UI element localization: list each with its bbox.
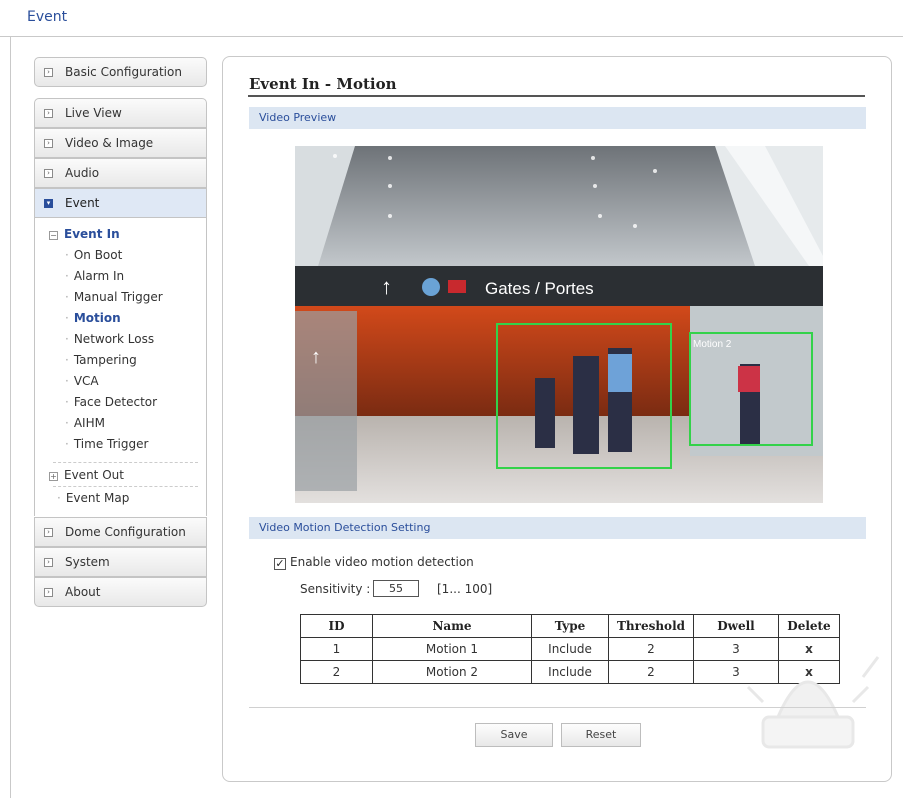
dome-camera-watermark-icon xyxy=(746,656,880,749)
cell-type: Include xyxy=(531,660,609,684)
expand-icon: › xyxy=(44,558,53,567)
divider xyxy=(249,707,866,708)
submenu-item-label: Face Detector xyxy=(73,395,158,409)
column-header-name: Name xyxy=(372,614,532,638)
sidebar-label: Basic Configuration xyxy=(65,65,182,79)
sidebar-item-video-image[interactable]: › Video & Image xyxy=(34,128,207,158)
section-header-label: Video Motion Detection Setting xyxy=(259,521,431,534)
expand-icon: › xyxy=(44,528,53,537)
submenu-item-label: Network Loss xyxy=(73,332,155,346)
sidebar-item-live-view[interactable]: › Live View xyxy=(34,98,207,128)
cell-name: Motion 2 xyxy=(372,660,532,684)
section-header-motion-detection: Video Motion Detection Setting xyxy=(249,517,866,539)
sidebar-label: Video & Image xyxy=(65,136,154,150)
enable-motion-detection-label: Enable video motion detection xyxy=(290,555,474,569)
sidebar-label: System xyxy=(65,555,110,569)
expand-icon: › xyxy=(44,169,53,178)
sidebar-label: Live View xyxy=(65,106,122,120)
enable-motion-detection-row[interactable]: ✓ Enable video motion detection xyxy=(274,555,474,570)
expand-icon: › xyxy=(44,109,53,118)
submenu-item-network-loss[interactable]: · Network Loss xyxy=(65,332,154,346)
collapse-icon: − xyxy=(49,231,58,240)
submenu-item-tampering[interactable]: · Tampering xyxy=(65,353,137,367)
submenu-item-aihm[interactable]: · AIHM xyxy=(65,416,105,430)
cell-type: Include xyxy=(531,637,609,661)
divider xyxy=(53,486,198,487)
submenu-item-label: On Boot xyxy=(73,248,123,262)
sidebar-item-event[interactable]: ▾ Event xyxy=(34,188,207,218)
expand-icon: › xyxy=(44,588,53,597)
cell-id: 2 xyxy=(300,660,373,684)
sensitivity-range: [1... 100] xyxy=(437,582,493,596)
event-submenu: − Event In · On Boot · Alarm In · Manual Tri… xyxy=(34,218,207,516)
sidebar-item-about[interactable]: › About xyxy=(34,577,207,607)
sidebar-item-audio[interactable]: › Audio xyxy=(34,158,207,188)
section-header-label: Video Preview xyxy=(259,111,337,124)
reset-button[interactable]: Reset xyxy=(561,723,641,747)
sensitivity-input[interactable]: 55 xyxy=(373,580,419,597)
submenu-item-on-boot[interactable]: · On Boot xyxy=(65,248,122,262)
window-title: Event xyxy=(27,9,68,25)
cell-threshold: 2 xyxy=(608,660,694,684)
submenu-item-label: AIHM xyxy=(73,416,105,430)
submenu-item-manual-trigger[interactable]: · Manual Trigger xyxy=(65,290,163,304)
submenu-item-face-detector[interactable]: · Face Detector xyxy=(65,395,157,409)
window-header: Event xyxy=(0,0,903,37)
submenu-item-time-trigger[interactable]: · Time Trigger xyxy=(65,437,148,451)
expand-icon: › xyxy=(44,68,53,77)
divider xyxy=(53,462,198,463)
submenu-item-event-map[interactable]: · Event Map xyxy=(57,491,129,505)
submenu-event-in[interactable]: − Event In xyxy=(49,227,120,241)
main-panel: Event In - Motion Video Preview ↑ Gates … xyxy=(222,56,892,782)
expand-icon: + xyxy=(49,472,58,481)
submenu-item-label: Event Map xyxy=(65,491,130,505)
column-header-id: ID xyxy=(300,614,373,638)
submenu-item-label: Alarm In xyxy=(73,269,125,283)
video-frame-image: ↑ Gates / Portes ↑ Motion 2 xyxy=(295,146,823,503)
section-header-video-preview: Video Preview xyxy=(249,107,866,129)
video-preview[interactable]: ↑ Gates / Portes ↑ Motion 2 xyxy=(295,146,823,503)
sensitivity-label: Sensitivity : xyxy=(300,582,371,596)
save-button[interactable]: Save xyxy=(475,723,553,747)
submenu-event-in-label: Event In xyxy=(64,227,120,241)
submenu-item-alarm-in[interactable]: · Alarm In xyxy=(65,269,124,283)
svg-text:↑: ↑ xyxy=(311,346,321,368)
enable-motion-detection-checkbox[interactable]: ✓ xyxy=(274,558,286,570)
column-header-type: Type xyxy=(531,614,609,638)
collapse-icon: ▾ xyxy=(44,199,53,208)
sidebar-basic-configuration[interactable]: › Basic Configuration xyxy=(34,57,207,87)
submenu-item-motion[interactable]: · Motion xyxy=(65,311,121,325)
submenu-item-label: Motion xyxy=(73,311,121,325)
cell-name: Motion 1 xyxy=(372,637,532,661)
title-divider xyxy=(248,95,865,97)
submenu-item-label: Time Trigger xyxy=(73,437,149,451)
svg-text:↑: ↑ xyxy=(381,274,392,299)
sidebar-label: About xyxy=(65,585,101,599)
submenu-event-out[interactable]: + Event Out xyxy=(49,468,124,482)
submenu-item-label: Tampering xyxy=(73,353,137,367)
sidebar-label: Audio xyxy=(65,166,100,180)
preview-region-label: Motion 2 xyxy=(693,339,732,350)
sidebar-label: Dome Configuration xyxy=(65,525,186,539)
expand-icon: › xyxy=(44,139,53,148)
preview-sign-text: Gates / Portes xyxy=(485,279,594,298)
cell-threshold: 2 xyxy=(608,637,694,661)
submenu-item-label: Manual Trigger xyxy=(73,290,163,304)
submenu-event-out-label: Event Out xyxy=(64,468,124,482)
column-header-threshold: Threshold xyxy=(608,614,694,638)
sidebar-label: Event xyxy=(65,196,100,210)
sidebar-item-system[interactable]: › System xyxy=(34,547,207,577)
submenu-item-vca[interactable]: · VCA xyxy=(65,374,99,388)
submenu-item-label: VCA xyxy=(73,374,99,388)
sidebar-item-dome-configuration[interactable]: › Dome Configuration xyxy=(34,517,207,547)
cell-id: 1 xyxy=(300,637,373,661)
page-title: Event In - Motion xyxy=(249,75,397,93)
